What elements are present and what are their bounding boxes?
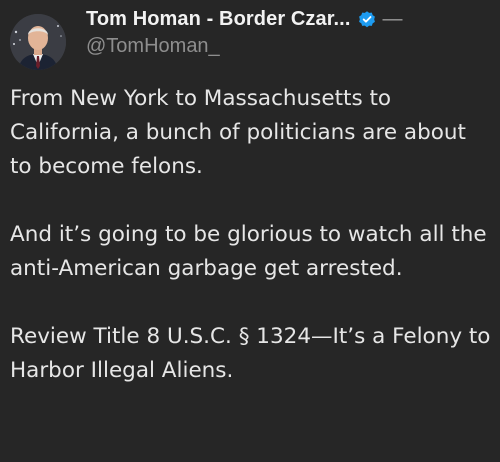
profile-photo-icon: [10, 14, 66, 70]
post-header: Tom Homan - Border Czar... — @TomHoman_: [86, 8, 490, 58]
more-indicator: —: [382, 8, 403, 30]
name-row: Tom Homan - Border Czar... —: [86, 8, 490, 31]
author-handle[interactable]: @TomHoman_: [86, 35, 490, 58]
post-paragraph: And it’s going to be glorious to watch a…: [10, 222, 487, 281]
post-body: From New York to Massachusetts to Califo…: [10, 82, 492, 388]
post-paragraph: From New York to Massachusetts to Califo…: [10, 86, 466, 179]
avatar[interactable]: [10, 14, 66, 70]
post-paragraph: Review Title 8 U.S.C. § 1324—It’s a Felo…: [10, 324, 491, 383]
author-name[interactable]: Tom Homan - Border Czar...: [86, 8, 351, 31]
post-card: Tom Homan - Border Czar... — @TomHoman_ …: [0, 0, 500, 462]
verified-badge-icon: [357, 10, 377, 30]
